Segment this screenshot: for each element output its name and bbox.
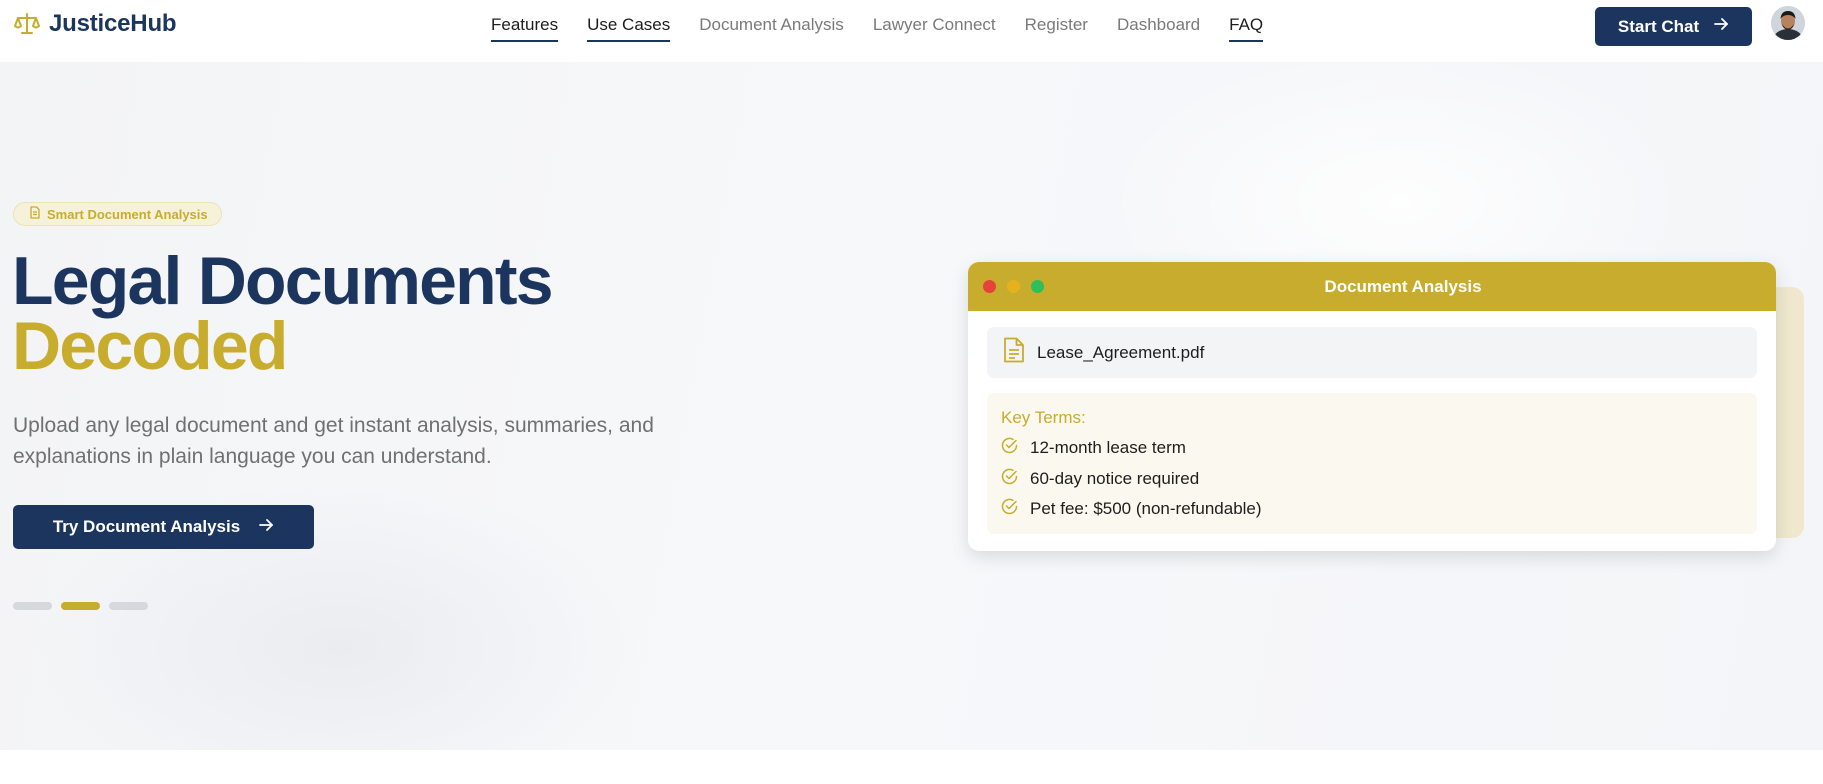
- user-avatar[interactable]: [1771, 6, 1805, 40]
- nav-link-dashboard[interactable]: Dashboard: [1117, 15, 1200, 42]
- start-chat-label: Start Chat: [1617, 16, 1700, 36]
- nav-link-register[interactable]: Register: [1025, 15, 1088, 42]
- feature-badge: Smart Document Analysis: [13, 202, 222, 226]
- check-circle-icon: [1001, 437, 1018, 459]
- carousel-dot[interactable]: [109, 602, 148, 610]
- key-term-item: Pet fee: $500 (non-refundable): [1001, 498, 1262, 520]
- carousel-dot[interactable]: [13, 602, 52, 610]
- preview-card-title: Document Analysis: [1324, 277, 1482, 296]
- nav-link-faq[interactable]: FAQ: [1229, 15, 1264, 42]
- nav-link-lawyer-connect[interactable]: Lawyer Connect: [873, 15, 996, 42]
- brand-name: JusticeHub: [49, 10, 177, 37]
- top-navbar: JusticeHub Features Use Cases Document A…: [0, 0, 1823, 52]
- nav-link-document-analysis[interactable]: Document Analysis: [699, 15, 844, 42]
- key-terms-title: Key Terms:: [1001, 408, 1086, 427]
- hero-subtitle: Upload any legal document and get instan…: [13, 414, 654, 468]
- arrow-right-icon: [1713, 16, 1729, 37]
- carousel-indicators: [13, 602, 148, 610]
- start-chat-button[interactable]: Start Chat: [1595, 7, 1752, 46]
- brand-logo[interactable]: JusticeHub: [13, 10, 177, 38]
- hero-title-line1: Legal Documents: [12, 243, 554, 319]
- uploaded-file-row: Lease_Agreement.pdf: [987, 327, 1757, 378]
- check-circle-icon: [1001, 468, 1018, 490]
- try-document-analysis-button[interactable]: Try Document Analysis: [13, 505, 314, 549]
- nav-links: Features Use Cases Document Analysis Law…: [491, 15, 1264, 42]
- file-name: Lease_Agreement.pdf: [1037, 342, 1205, 362]
- document-icon: [29, 206, 41, 222]
- badge-label: Smart Document Analysis: [47, 206, 208, 222]
- key-term-item: 12-month lease term: [1001, 437, 1186, 459]
- arrow-right-icon: [258, 517, 274, 538]
- check-circle-icon: [1001, 498, 1018, 520]
- carousel-dot-active[interactable]: [61, 602, 100, 610]
- nav-link-features[interactable]: Features: [491, 15, 559, 42]
- key-term-text: 12-month lease term: [1030, 438, 1186, 457]
- cta-label: Try Document Analysis: [52, 517, 241, 536]
- document-analysis-preview-card: Document Analysis Lease_Agreement.pdf Ke…: [968, 262, 1776, 551]
- hero-title-line2: Decoded: [12, 308, 288, 384]
- nav-link-use-cases[interactable]: Use Cases: [587, 15, 671, 42]
- key-term-item: 60-day notice required: [1001, 468, 1199, 490]
- key-term-text: Pet fee: $500 (non-refundable): [1030, 499, 1262, 518]
- file-document-icon: [1003, 337, 1025, 368]
- key-term-text: 60-day notice required: [1030, 469, 1200, 488]
- key-terms-panel: Key Terms: 12-month lease term 60-day no…: [987, 393, 1757, 534]
- hero-section: Smart Document Analysis Legal Documents …: [0, 62, 1823, 750]
- scales-icon: [13, 10, 41, 38]
- preview-card-header: Document Analysis: [968, 262, 1776, 311]
